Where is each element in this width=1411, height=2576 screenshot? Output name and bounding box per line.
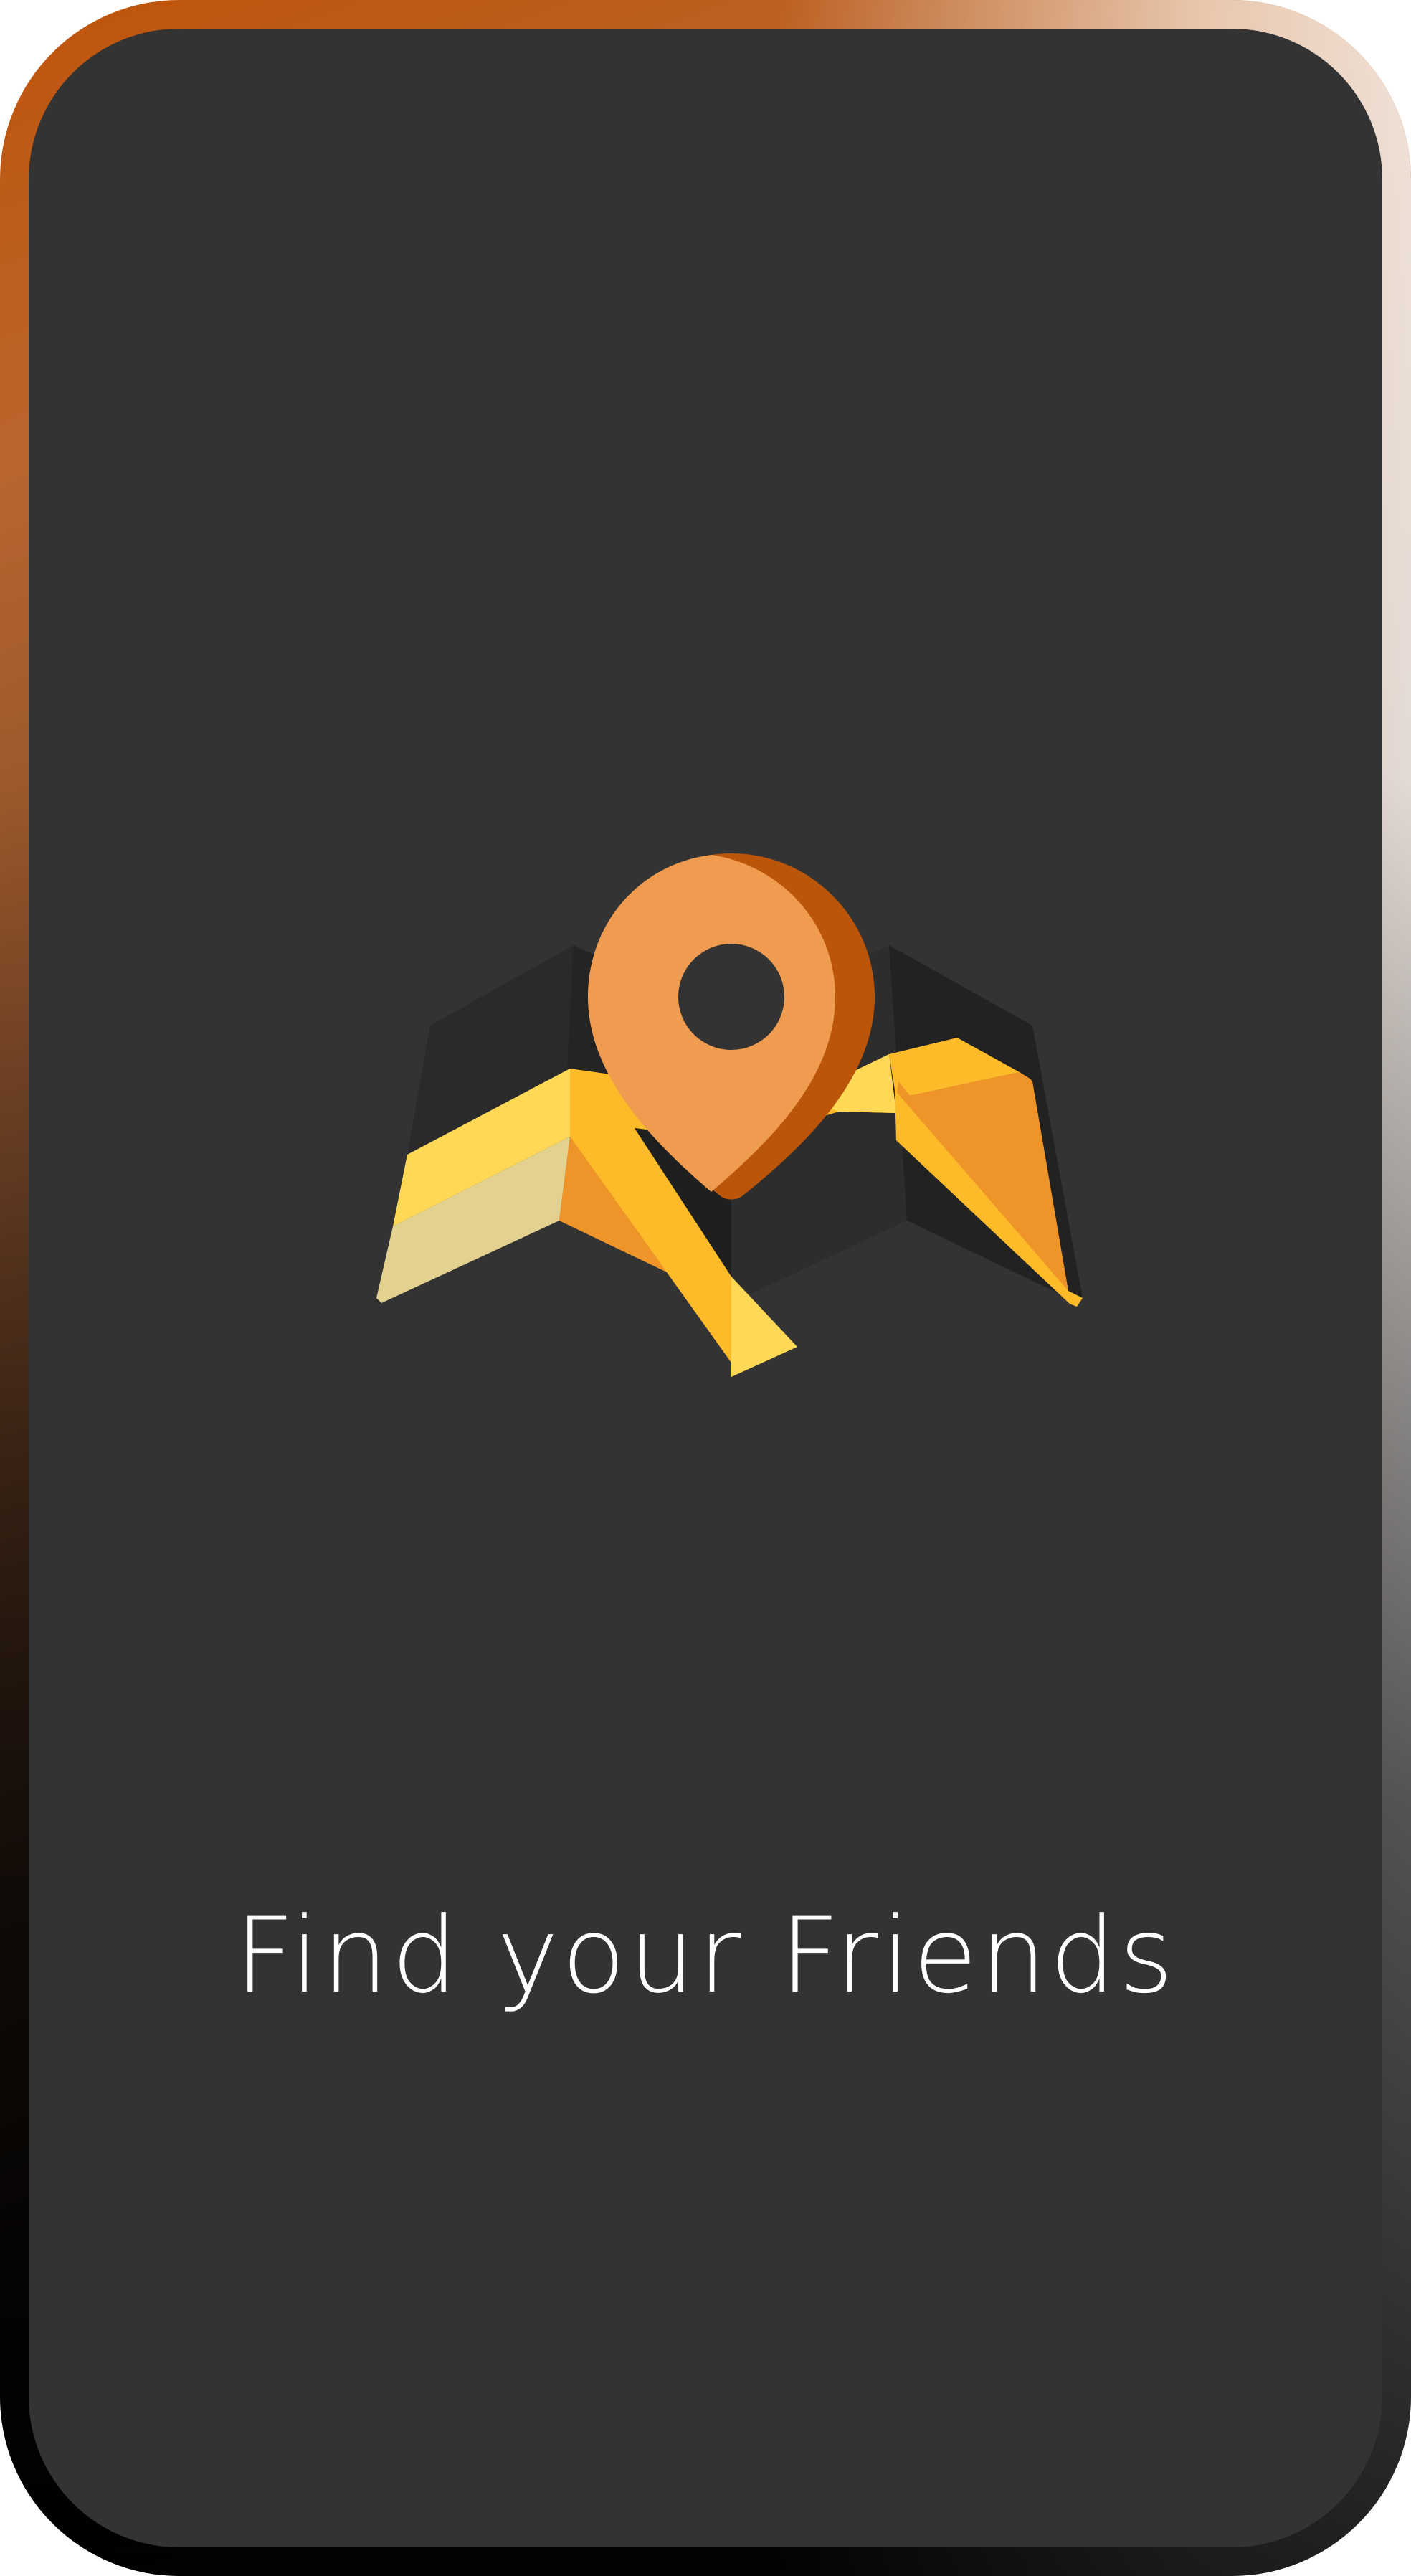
map-location-pin-icon [376, 853, 1083, 1377]
onboarding-headline: Find your Friends [234, 1895, 1177, 2017]
device-frame: Find your Friends [0, 0, 1411, 2576]
onboarding-screen: Find your Friends [29, 29, 1382, 2547]
